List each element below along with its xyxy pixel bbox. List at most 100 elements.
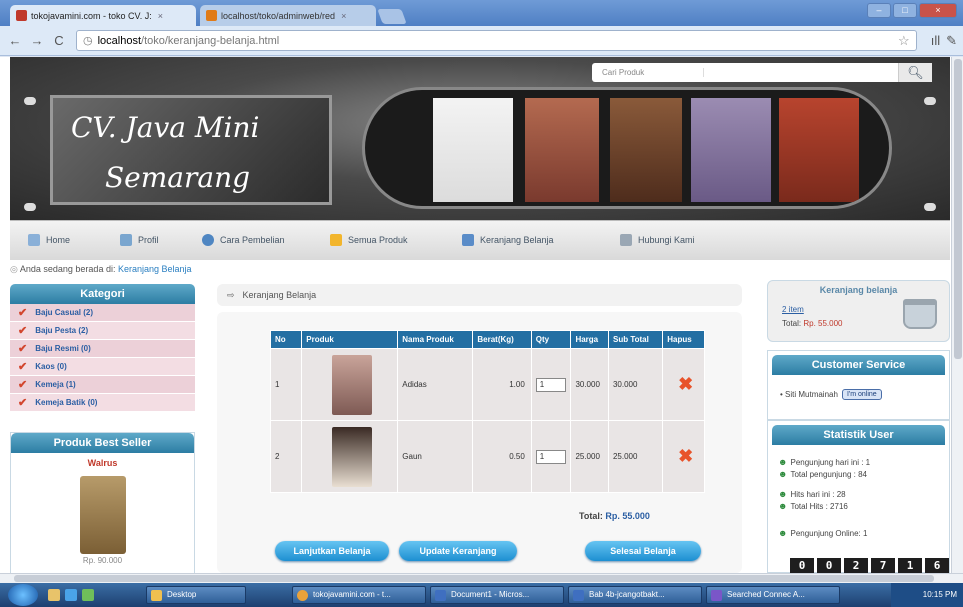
cell-produk — [301, 348, 399, 421]
browser-toolbar: ← → C ◷ localhost /toko/keranjang-belanj… — [0, 26, 963, 56]
taskbar-item[interactable]: tokojavamini.com - t... — [292, 586, 426, 604]
horizontal-scrollbar[interactable] — [0, 573, 963, 583]
browser-tab-bar: tokojavamini.com - toko CV. J: × localho… — [0, 0, 963, 26]
counter-digit: 1 — [898, 558, 922, 573]
forward-icon[interactable]: → — [28, 33, 46, 48]
best-seller-panel: Produk Best Seller Walrus Rp. 90.000 — [10, 432, 195, 573]
site-logo[interactable]: CV. Java Mini Semarang — [50, 95, 332, 205]
logo-line-1: CV. Java Mini — [71, 111, 260, 144]
category-item[interactable]: ✔ Baju Casual (2) — [10, 304, 195, 322]
taskbar-item[interactable]: Desktop — [146, 586, 246, 604]
menu-hubungi-kami[interactable]: Hubungi Kami — [620, 234, 695, 246]
scroll-thumb[interactable] — [14, 575, 934, 582]
menu-keranjang-belanja[interactable]: Keranjang Belanja — [462, 234, 554, 246]
delete-icon[interactable]: ✖ — [667, 374, 704, 395]
menu-home[interactable]: Home — [28, 234, 70, 246]
menu-semua-produk[interactable]: Semua Produk — [330, 234, 408, 246]
breadcrumb-current[interactable]: Keranjang Belanja — [118, 264, 192, 274]
checkmark-icon: ✔ — [18, 379, 28, 391]
table-header-row: No Produk Nama Produk Berat(Kg) Qty Harg… — [269, 330, 705, 349]
banner-photo — [433, 98, 513, 202]
browser-tab-inactive[interactable]: localhost/toko/adminweb/red × — [200, 5, 376, 26]
statistics-panel: Statistik User ☻ Pengunjung hari ini : 1 … — [767, 420, 950, 573]
word-icon — [435, 590, 446, 601]
close-window-button[interactable]: × — [919, 3, 957, 18]
stat-line: ☻ Hits hari ini : 28 — [778, 489, 846, 499]
car-icon — [462, 234, 474, 246]
users-icon: ☻ — [778, 501, 788, 511]
total-label: Total: — [579, 511, 603, 521]
continue-shopping-button[interactable]: Lanjutkan Belanja — [275, 541, 389, 561]
bookmark-star-icon[interactable]: ☆ — [898, 33, 910, 49]
menu-cara-pembelian[interactable]: Cara Pembelian — [202, 234, 285, 246]
address-bar[interactable]: ◷ localhost /toko/keranjang-belanja.html… — [76, 30, 917, 51]
minimize-button[interactable]: – — [867, 3, 891, 18]
taskbar-item[interactable]: Document1 - Micros... — [430, 586, 564, 604]
delete-icon[interactable]: ✖ — [667, 446, 704, 467]
col-nama-produk: Nama Produk — [397, 330, 474, 349]
qty-input[interactable]: 1 — [535, 449, 566, 464]
best-seller-image[interactable] — [79, 476, 126, 554]
quick-launch-icon[interactable] — [65, 589, 77, 601]
qty-input[interactable]: 1 — [535, 377, 566, 392]
statistics-title: Statistik User — [772, 425, 945, 445]
search-input[interactable]: Cari Produk — [592, 68, 704, 77]
col-hapus: Hapus — [662, 330, 705, 349]
maximize-button[interactable]: □ — [893, 3, 917, 18]
cell-produk — [301, 420, 399, 493]
search-icon[interactable]: 🔍︎ — [898, 63, 932, 82]
breadcrumb: ◎ Anda sedang berada di: Keranjang Belan… — [10, 264, 192, 275]
best-seller-name[interactable]: Walrus — [11, 458, 194, 468]
wrench-icon[interactable]: ✎ — [946, 33, 957, 49]
chrome-icon — [297, 590, 308, 601]
cell-nama: Adidas — [397, 348, 474, 421]
online-status-button[interactable]: I'm online — [841, 389, 882, 400]
quick-launch-icon[interactable] — [48, 589, 60, 601]
menu-label: Cara Pembelian — [220, 235, 285, 245]
menu-label: Profil — [138, 235, 159, 245]
cart-summary-total: Total: Rp. 55.000 — [782, 319, 843, 328]
category-item[interactable]: ✔ Kemeja (1) — [10, 376, 195, 394]
customer-service-title: Customer Service — [772, 355, 945, 375]
update-cart-button[interactable]: Update Keranjang — [399, 541, 517, 561]
cell-harga: 30.000 — [570, 348, 609, 421]
checkout-button[interactable]: Selesai Belanja — [585, 541, 701, 561]
browser-tab-active[interactable]: tokojavamini.com - toko CV. J: × — [10, 5, 196, 26]
vertical-scrollbar[interactable] — [951, 57, 963, 573]
checkmark-icon: ✔ — [18, 397, 28, 409]
back-icon[interactable]: ← — [6, 33, 24, 48]
category-item[interactable]: ✔ Kemeja Batik (0) — [10, 394, 195, 412]
tab-close-icon[interactable]: × — [341, 11, 346, 21]
category-item[interactable]: ✔ Kaos (0) — [10, 358, 195, 376]
cart-item-count[interactable]: 2 item — [782, 305, 804, 314]
tab-close-icon[interactable]: × — [158, 11, 163, 21]
cell-no: 2 — [269, 420, 303, 493]
bolt-decoration — [924, 97, 936, 105]
category-item[interactable]: ✔ Baju Pesta (2) — [10, 322, 195, 340]
category-item[interactable]: ✔ Baju Resmi (0) — [10, 340, 195, 358]
menu-label: Hubungi Kami — [638, 235, 695, 245]
menu-profil[interactable]: Profil — [120, 234, 159, 246]
tab-title: tokojavamini.com - toko CV. J: — [31, 10, 152, 21]
new-tab-button[interactable] — [377, 9, 407, 24]
banner-photo — [610, 98, 682, 202]
start-button[interactable] — [8, 584, 38, 606]
taskbar-item[interactable]: Bab 4b-jcangotbakt... — [568, 586, 702, 604]
total-value: Rp. 55.000 — [605, 511, 650, 521]
system-clock[interactable]: 10:15 PM — [891, 583, 963, 607]
cell-no: 1 — [269, 348, 303, 421]
product-banner — [362, 87, 892, 209]
cell-qty: 1 — [530, 348, 572, 421]
product-image[interactable] — [331, 354, 372, 415]
product-image[interactable] — [331, 426, 372, 487]
checkmark-icon: ✔ — [18, 343, 28, 355]
shopping-cart-icon[interactable] — [903, 299, 937, 329]
scroll-thumb[interactable] — [954, 59, 962, 359]
quick-launch-icon[interactable] — [82, 589, 94, 601]
url-path: /toko/keranjang-belanja.html — [141, 34, 280, 47]
reload-icon[interactable]: C — [50, 33, 68, 48]
help-icon — [202, 234, 214, 246]
arrow-icon: ⇨ — [227, 289, 235, 300]
counter-digit: 7 — [871, 558, 895, 573]
taskbar-item[interactable]: Searched Connec A... — [706, 586, 840, 604]
